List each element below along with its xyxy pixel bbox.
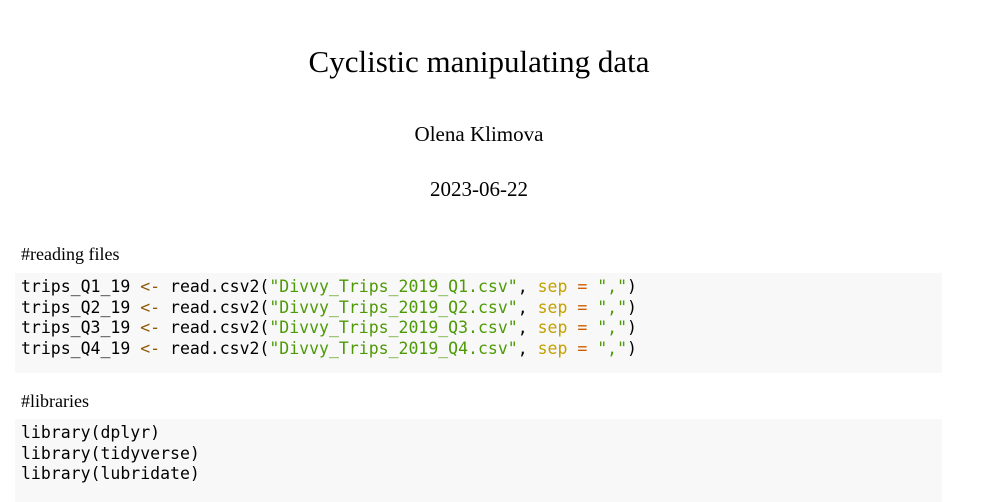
- code-token: read.csv2(: [170, 338, 270, 358]
- code-token: read.csv2(: [170, 277, 270, 296]
- code-token: read.csv2(: [170, 297, 270, 317]
- code-token: <-: [130, 318, 171, 337]
- code-token: trips_Q4_19: [21, 338, 131, 358]
- comment-libraries: #libraries: [21, 391, 89, 411]
- code-line: trips_Q1_19 <- read.csv2("Divvy_Trips_20…: [21, 277, 936, 298]
- code-token: trips_Q3_19: [21, 318, 131, 337]
- code-token: ",": [597, 338, 628, 358]
- code-token: <-: [130, 338, 171, 358]
- code-token: "Divvy_Trips_2019_Q2.csv": [269, 297, 518, 317]
- code-block-reading-files: trips_Q1_19 <- read.csv2("Divvy_Trips_20…: [15, 273, 942, 373]
- code-token: "Divvy_Trips_2019_Q4.csv": [269, 338, 518, 358]
- comment-reading-files: #reading files: [21, 244, 120, 264]
- code-token: ): [627, 297, 637, 317]
- code-token: =: [567, 338, 598, 358]
- code-token: trips_Q2_19: [21, 297, 131, 317]
- code-token: sep: [537, 297, 568, 317]
- code-token: sep: [537, 277, 568, 296]
- code-token: =: [567, 277, 598, 296]
- code-token: =: [567, 297, 598, 317]
- code-line: trips_Q4_19 <- read.csv2("Divvy_Trips_20…: [21, 339, 936, 360]
- code-token: ,: [517, 297, 538, 317]
- code-block-libraries: library(dplyr) library(tidyverse) librar…: [15, 419, 942, 502]
- code-token: read.csv2(: [170, 318, 270, 337]
- code-token: trips_Q1_19: [21, 277, 131, 296]
- code-token: <-: [130, 297, 171, 317]
- code-token: ,: [517, 338, 538, 358]
- code-token: "Divvy_Trips_2019_Q1.csv": [269, 277, 518, 296]
- code-token: ,: [517, 318, 538, 337]
- code-token: ): [627, 318, 637, 337]
- document-title: Cyclistic manipulating data: [308, 44, 650, 79]
- document-date: 2023-06-22: [430, 177, 528, 201]
- document-author: Olena Klimova: [414, 122, 544, 146]
- code-token: sep: [537, 318, 568, 337]
- code-token: <-: [130, 277, 171, 296]
- code-line: library(dplyr): [21, 423, 161, 442]
- code-token: "Divvy_Trips_2019_Q3.csv": [269, 318, 518, 337]
- code-token: ",": [597, 277, 628, 296]
- code-line: library(lubridate): [21, 464, 200, 483]
- code-token: ",": [597, 318, 628, 337]
- code-line: library(tidyverse): [21, 443, 200, 463]
- code-token: ",": [597, 297, 628, 317]
- code-token: ): [627, 338, 637, 358]
- code-token: sep: [537, 338, 568, 358]
- code-line: trips_Q2_19 <- read.csv2("Divvy_Trips_20…: [21, 298, 936, 319]
- code-line: trips_Q3_19 <- read.csv2("Divvy_Trips_20…: [21, 318, 936, 339]
- code-token: ): [627, 277, 637, 296]
- code-token: =: [567, 318, 598, 337]
- code-token: ,: [517, 277, 538, 296]
